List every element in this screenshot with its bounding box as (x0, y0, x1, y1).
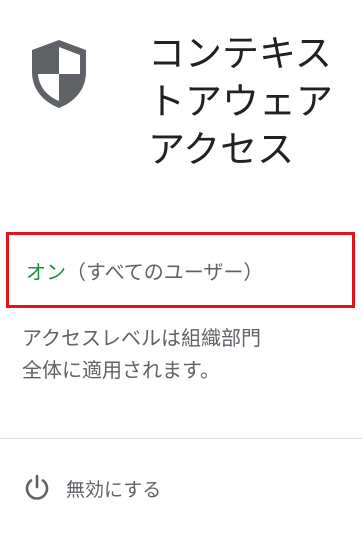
shield-icon (32, 40, 86, 108)
page-title: コンテキス トアウェア アクセス (148, 30, 353, 174)
title-line: トアウェア (148, 80, 333, 123)
description-line: アクセスレベルは組織部門 (22, 326, 261, 350)
access-level-description: アクセスレベルは組織部門 全体に適用されます。 (22, 322, 342, 386)
disable-button[interactable]: 無効にする (22, 466, 161, 510)
status-scope-label: （すべてのユーザー） (66, 260, 264, 284)
divider (0, 438, 362, 439)
title-line: コンテキス (148, 32, 332, 75)
status-text: オン（すべてのユーザー） (26, 259, 263, 285)
card-header: コンテキス トアウェア アクセス (0, 0, 362, 200)
context-aware-access-card: コンテキス トアウェア アクセス オン（すべてのユーザー） アクセスレベルは組織… (0, 0, 362, 540)
title-line: アクセス (148, 128, 295, 171)
disable-button-label: 無効にする (66, 478, 162, 501)
description-line: 全体に適用されます。 (22, 358, 220, 382)
status-state-label: オン (26, 260, 66, 284)
power-icon (25, 474, 49, 500)
status-highlight-box: オン（すべてのユーザー） (6, 232, 355, 308)
